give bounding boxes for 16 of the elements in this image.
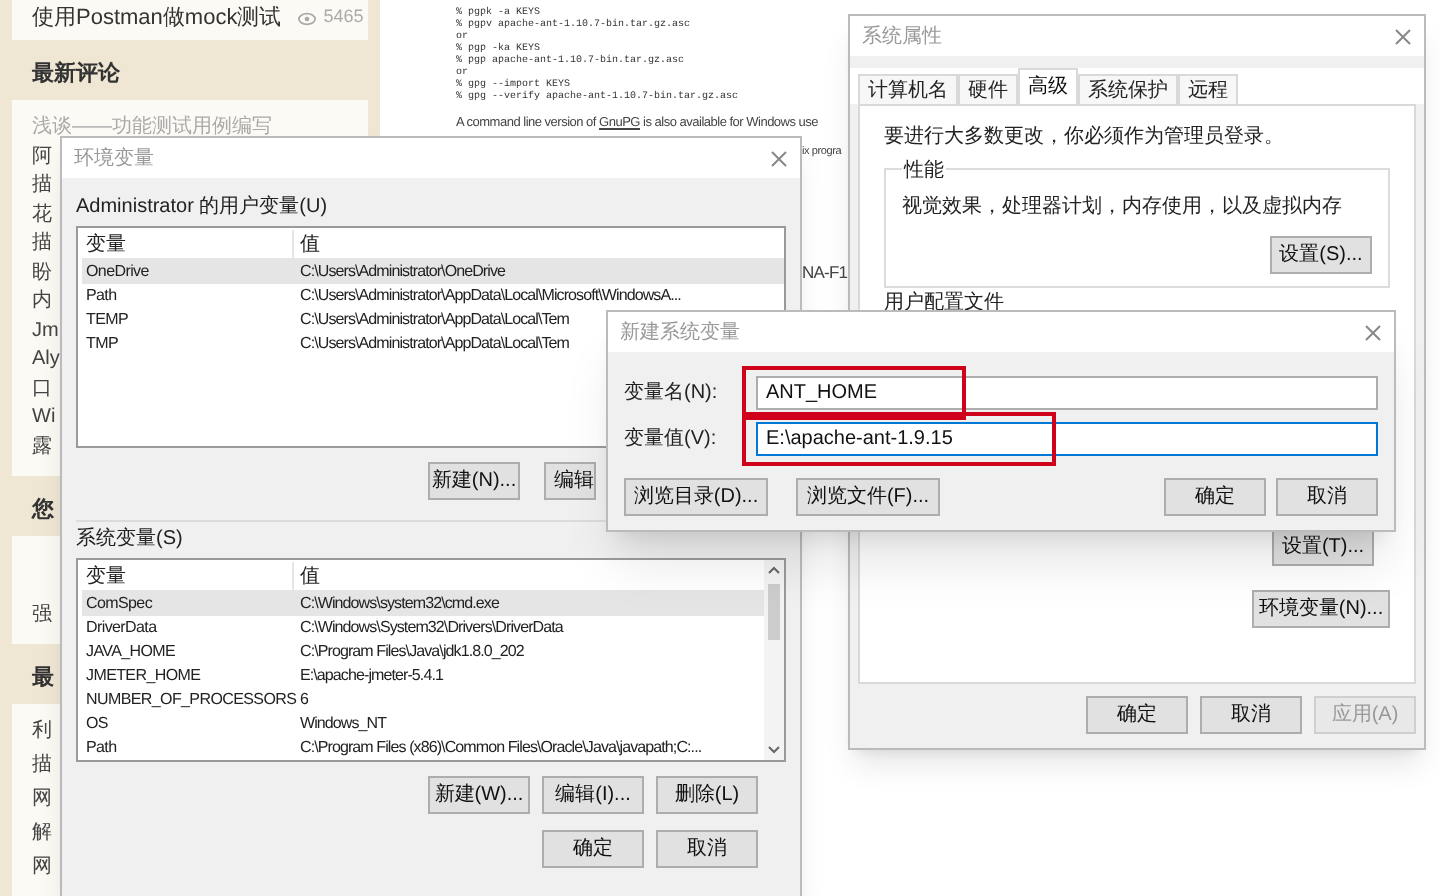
- column-header: 值: [298, 232, 320, 260]
- section-heading: 最: [32, 663, 54, 691]
- section-heading: 您: [32, 495, 54, 523]
- notice-text: 要进行大多数更改，你必须作为管理员登录。: [884, 123, 1286, 152]
- group-label: 用户配置文件: [884, 292, 1006, 316]
- window-title: 环境变量: [74, 145, 154, 173]
- window-title: 系统属性: [862, 23, 942, 51]
- field-label: 变量名(N):: [624, 379, 720, 408]
- article-text: NA-F1: [802, 260, 848, 286]
- section-heading: 最新评论: [32, 60, 120, 88]
- column-header: 值: [298, 564, 320, 592]
- field-label: 变量值(V):: [624, 425, 719, 454]
- section-label: Administrator 的用户变量(U): [76, 194, 330, 220]
- section-label: 系统变量(S): [76, 526, 185, 552]
- view-count: 5465: [323, 4, 364, 31]
- group-description: 视觉效果，处理器计划，内存使用，以及虚拟内存: [902, 193, 1344, 222]
